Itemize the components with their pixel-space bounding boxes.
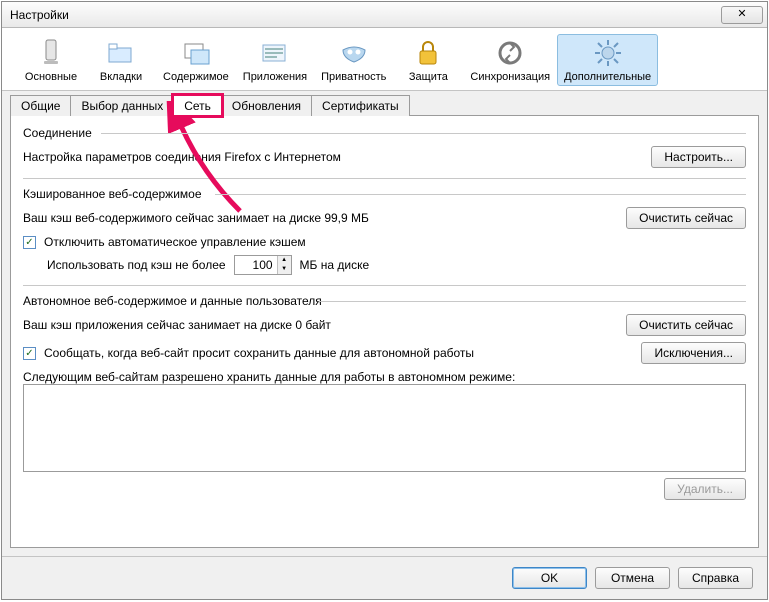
offline-notify-checkbox[interactable]: ✓ — [23, 347, 36, 360]
connection-settings-button[interactable]: Настроить... — [651, 146, 746, 168]
category-privacy[interactable]: Приватность — [314, 34, 393, 86]
privacy-mask-icon — [338, 37, 370, 69]
offline-exceptions-button[interactable]: Исключения... — [641, 342, 746, 364]
category-toolbar: Основные Вкладки Содержимое Приложения П… — [2, 28, 767, 91]
lock-icon — [412, 37, 444, 69]
tab-certificates[interactable]: Сертификаты — [311, 95, 410, 116]
network-panel: Соединение Настройка параметров соединен… — [10, 115, 759, 548]
offline-remove-button: Удалить... — [664, 478, 746, 500]
category-content[interactable]: Содержимое — [156, 34, 236, 86]
cache-status: Ваш кэш веб-содержимого сейчас занимает … — [23, 211, 618, 225]
override-cache-label: Отключить автоматическое управление кэше… — [44, 235, 306, 249]
connection-desc: Настройка параметров соединения Firefox … — [23, 150, 643, 164]
sub-tabs: Общие Выбор данных Сеть Обновления Серти… — [10, 95, 759, 116]
spin-down[interactable]: ▼ — [278, 265, 291, 274]
offline-group-title: Автономное веб-содержимое и данные польз… — [23, 294, 746, 308]
spin-up[interactable]: ▲ — [278, 256, 291, 265]
help-button[interactable]: Справка — [678, 567, 753, 589]
offline-status: Ваш кэш приложения сейчас занимает на ди… — [23, 318, 618, 332]
general-icon — [35, 37, 67, 69]
tabs-icon — [105, 37, 137, 69]
offline-sites-list[interactable] — [23, 384, 746, 472]
cache-limit-input[interactable] — [235, 256, 277, 274]
category-security[interactable]: Защита — [393, 34, 463, 86]
cache-clear-button[interactable]: Очистить сейчас — [626, 207, 746, 229]
dialog-footer: OK Отмена Справка — [2, 556, 767, 599]
cache-group-title: Кэшированное веб-содержимое — [23, 187, 746, 201]
window-title: Настройки — [10, 8, 721, 22]
titlebar: Настройки ✕ — [2, 2, 767, 28]
cache-limit-label-post: МБ на диске — [300, 258, 370, 272]
tab-network[interactable]: Сеть — [173, 95, 222, 116]
sync-icon — [494, 37, 526, 69]
tab-updates[interactable]: Обновления — [221, 95, 312, 116]
category-sync[interactable]: Синхронизация — [463, 34, 557, 86]
content-icon — [180, 37, 212, 69]
cache-limit-label-pre: Использовать под кэш не более — [47, 258, 226, 272]
applications-icon — [259, 37, 291, 69]
category-advanced[interactable]: Дополнительные — [557, 34, 658, 86]
category-general[interactable]: Основные — [16, 34, 86, 86]
offline-list-label: Следующим веб-сайтам разрешено хранить д… — [23, 370, 515, 384]
connection-group-title: Соединение — [23, 126, 746, 140]
gear-icon — [592, 37, 624, 69]
ok-button[interactable]: OK — [512, 567, 587, 589]
offline-clear-button[interactable]: Очистить сейчас — [626, 314, 746, 336]
tab-general[interactable]: Общие — [10, 95, 71, 116]
cache-limit-spinner[interactable]: ▲▼ — [234, 255, 292, 275]
category-tabs[interactable]: Вкладки — [86, 34, 156, 86]
tab-data-choices[interactable]: Выбор данных — [70, 95, 174, 116]
offline-notify-label: Сообщать, когда веб-сайт просит сохранит… — [44, 346, 633, 360]
window-close-button[interactable]: ✕ — [721, 6, 763, 24]
override-cache-checkbox[interactable]: ✓ — [23, 236, 36, 249]
cancel-button[interactable]: Отмена — [595, 567, 670, 589]
category-applications[interactable]: Приложения — [236, 34, 314, 86]
